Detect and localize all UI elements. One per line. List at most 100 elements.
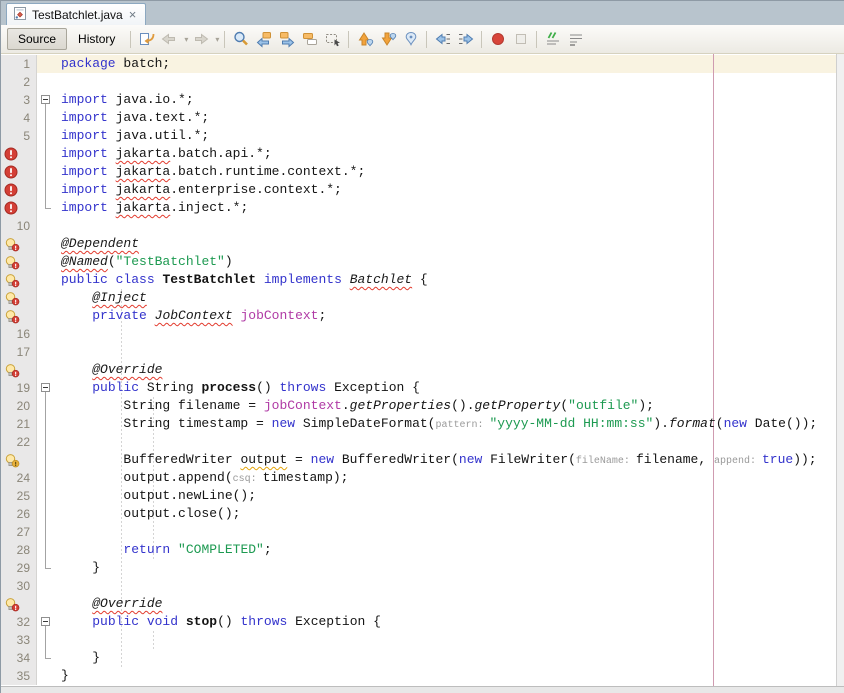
code-text[interactable]: import jakarta.inject.*; (57, 199, 837, 217)
toolbar-separator (348, 31, 349, 48)
code-text[interactable]: @Override (57, 361, 837, 379)
line-number: 34 (1, 649, 37, 667)
find-previous-icon[interactable] (252, 28, 275, 50)
code-line: 34 } (1, 649, 837, 667)
code-text[interactable]: import java.util.*; (57, 127, 837, 145)
uncomment-icon[interactable] (564, 28, 587, 50)
error-stripe[interactable] (836, 54, 844, 686)
fold-mid (37, 523, 57, 541)
line-number: 4 (1, 109, 37, 127)
fold-end (37, 559, 57, 577)
fold-mid (37, 505, 57, 523)
fold-start[interactable] (37, 613, 57, 631)
fold-mid (37, 397, 57, 415)
hint-error-bulb-icon[interactable] (1, 271, 37, 289)
code-text[interactable]: } (57, 667, 837, 685)
code-text[interactable]: output.append(csq: timestamp); (57, 469, 837, 487)
shift-line-right-icon[interactable] (454, 28, 477, 50)
comment-icon[interactable] (541, 28, 564, 50)
fold-collapse-toggle[interactable] (41, 95, 50, 104)
code-text[interactable]: } (57, 559, 837, 577)
code-text[interactable]: BufferedWriter output = new BufferedWrit… (57, 451, 837, 469)
line-number: 16 (1, 325, 37, 343)
code-line: 19 public String process() throws Except… (1, 379, 837, 397)
code-line: 28 return "COMPLETED"; (1, 541, 837, 559)
horizontal-scrollbar-track[interactable] (1, 686, 844, 693)
rectangular-selection-icon[interactable] (321, 28, 344, 50)
toggle-highlight-search-icon[interactable] (298, 28, 321, 50)
hint-error-bulb-icon[interactable] (1, 307, 37, 325)
tab-testbatchlet-java[interactable]: TestBatchlet.java × (6, 3, 146, 25)
code-text[interactable]: import java.text.*; (57, 109, 837, 127)
code-text[interactable] (57, 433, 837, 451)
editor-toolbar: Source History ▾▾ (1, 25, 844, 54)
code-text[interactable]: String filename = jobContext.getProperti… (57, 397, 837, 415)
fold-start[interactable] (37, 91, 57, 109)
source-view-button[interactable]: Source (7, 28, 67, 50)
hint-error-bulb-icon[interactable] (1, 289, 37, 307)
toggle-bookmark-icon[interactable] (399, 28, 422, 50)
shift-line-left-icon[interactable] (431, 28, 454, 50)
code-text[interactable] (57, 577, 837, 595)
code-text[interactable]: import jakarta.batch.api.*; (57, 145, 837, 163)
fold-end (37, 649, 57, 667)
code-line: 22 (1, 433, 837, 451)
code-text[interactable] (57, 217, 837, 235)
fold-mid (37, 451, 57, 469)
code-text[interactable]: package batch; (57, 55, 837, 73)
code-line: 27 (1, 523, 837, 541)
code-text[interactable]: } (57, 649, 837, 667)
code-text[interactable] (57, 73, 837, 91)
code-line: @Override (1, 361, 837, 379)
code-text[interactable]: output.newLine(); (57, 487, 837, 505)
fold-collapse-toggle[interactable] (41, 617, 50, 626)
code-line: 4 import java.text.*; (1, 109, 837, 127)
fold-column (37, 73, 57, 91)
code-line: import jakarta.inject.*; (1, 199, 837, 217)
code-text[interactable]: import jakarta.enterprise.context.*; (57, 181, 837, 199)
line-number: 2 (1, 73, 37, 91)
code-text[interactable]: public class TestBatchlet implements Bat… (57, 271, 837, 289)
history-view-button[interactable]: History (67, 28, 126, 50)
code-editor[interactable]: 1package batch;23import java.io.*;4impor… (1, 54, 844, 686)
fold-start[interactable] (37, 379, 57, 397)
code-text[interactable]: public String process() throws Exception… (57, 379, 837, 397)
code-text[interactable]: @Override (57, 595, 837, 613)
code-text[interactable]: import jakarta.batch.runtime.context.*; (57, 163, 837, 181)
code-text[interactable] (57, 631, 837, 649)
code-text[interactable] (57, 325, 837, 343)
error-badge-icon[interactable] (1, 181, 37, 199)
tab-close-icon[interactable]: × (128, 8, 138, 21)
code-text[interactable] (57, 343, 837, 361)
code-line: import jakarta.batch.api.*; (1, 145, 837, 163)
fold-collapse-toggle[interactable] (41, 383, 50, 392)
previous-bookmark-icon[interactable] (353, 28, 376, 50)
find-selection-icon[interactable] (229, 28, 252, 50)
fold-column (37, 361, 57, 379)
code-text[interactable]: output.close(); (57, 505, 837, 523)
jump-last-edit-icon[interactable] (135, 28, 158, 50)
next-bookmark-icon[interactable] (376, 28, 399, 50)
code-text[interactable]: String timestamp = new SimpleDateFormat(… (57, 415, 837, 433)
code-line: private JobContext jobContext; (1, 307, 837, 325)
code-text[interactable]: @Dependent (57, 235, 837, 253)
code-text[interactable]: private JobContext jobContext; (57, 307, 837, 325)
find-next-icon[interactable] (275, 28, 298, 50)
code-text[interactable]: @Inject (57, 289, 837, 307)
fold-column (37, 577, 57, 595)
hint-warning-bulb-icon[interactable] (1, 451, 37, 469)
hint-error-bulb-icon[interactable] (1, 235, 37, 253)
record-macro-icon[interactable] (486, 28, 509, 50)
code-text[interactable]: import java.io.*; (57, 91, 837, 109)
hint-error-bulb-icon[interactable] (1, 361, 37, 379)
code-line: public class TestBatchlet implements Bat… (1, 271, 837, 289)
code-text[interactable]: @Named("TestBatchlet") (57, 253, 837, 271)
code-text[interactable]: return "COMPLETED"; (57, 541, 837, 559)
code-text[interactable]: public void stop() throws Exception { (57, 613, 837, 631)
error-badge-icon[interactable] (1, 163, 37, 181)
error-badge-icon[interactable] (1, 199, 37, 217)
hint-error-bulb-icon[interactable] (1, 253, 37, 271)
code-text[interactable] (57, 523, 837, 541)
error-badge-icon[interactable] (1, 145, 37, 163)
hint-error-bulb-icon[interactable] (1, 595, 37, 613)
